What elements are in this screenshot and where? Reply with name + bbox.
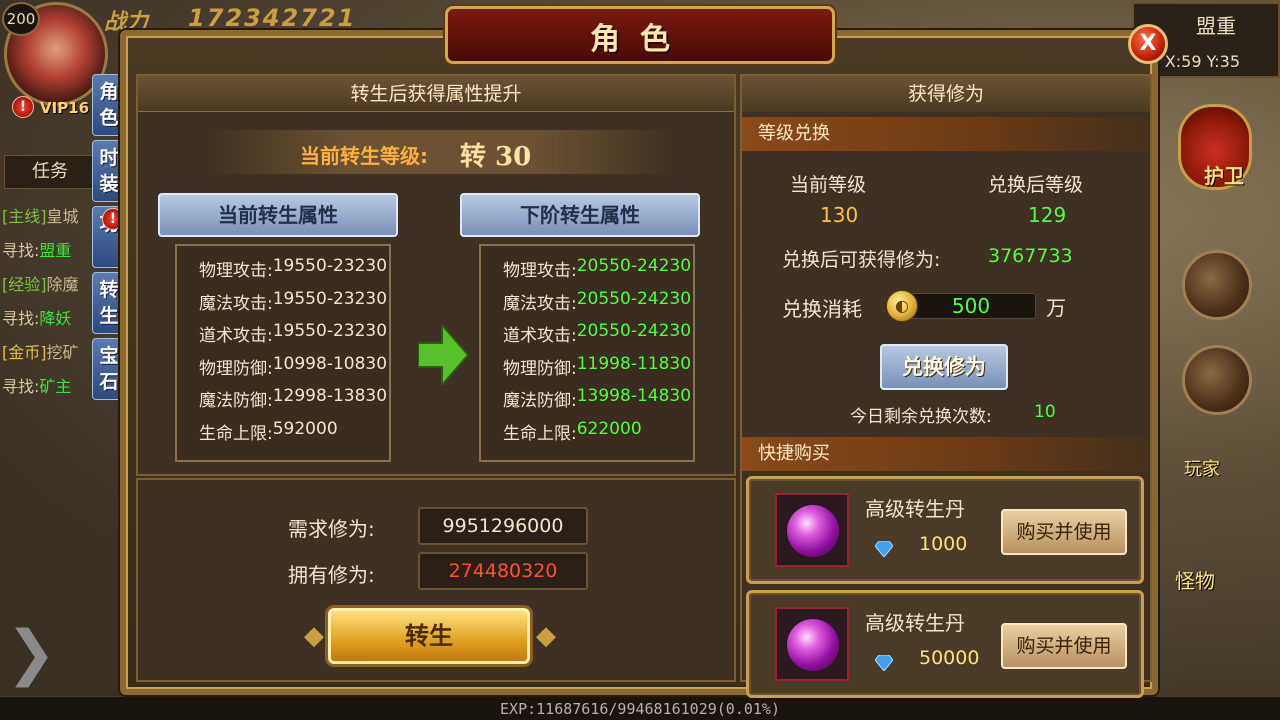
gain-cultivation-label: 兑换后可获得修为: <box>782 249 941 271</box>
cultivation-header: 获得修为 <box>742 76 1150 112</box>
owned-cultivation-value: 274480320 <box>418 552 588 590</box>
button-ornament-right-icon: ◆ <box>536 621 556 651</box>
current-stats-box: 物理攻击: 19550-23230 魔法攻击: 19550-23230 道术攻击: 1… <box>175 244 391 462</box>
rebirth-pill-icon <box>787 619 839 671</box>
item-price: 1000 <box>919 533 968 555</box>
item-icon-frame[interactable] <box>775 493 849 567</box>
current-attributes-title: 当前转生属性 <box>158 193 398 237</box>
vip-badge[interactable]: VIP16 <box>14 96 90 120</box>
task-tab[interactable]: 任务 <box>4 155 96 189</box>
next-stats-box: 物理攻击: 20550-24230 魔法攻击: 20550-24230 道术攻击: 2… <box>479 244 695 462</box>
guard-label: 护卫 <box>1204 164 1244 188</box>
stat-row: 物理防御: 10998-10830 <box>199 353 388 379</box>
player-level-badge: 200 <box>2 2 40 36</box>
exp-text: EXP:11687616/99468161029(0.01%) <box>500 700 780 718</box>
stat-row: 生命上限: 592000 <box>199 418 338 444</box>
combat-power-value: 172342721 <box>188 4 357 32</box>
expand-chevron-icon[interactable]: ❯ <box>6 618 56 688</box>
diamond-icon <box>875 655 893 671</box>
buy-and-use-button[interactable]: 购买并使用 <box>1001 623 1127 669</box>
required-cultivation-value: 9951296000 <box>418 507 588 545</box>
stat-row: 道术攻击: 19550-23230 <box>199 321 388 346</box>
current-rebirth-level-value: 转 30 <box>460 142 532 172</box>
exchange-cost-label: 兑换消耗 <box>782 297 862 321</box>
item-price: 50000 <box>919 647 980 669</box>
item-name: 高级转生丹 <box>865 497 965 521</box>
rebirth-header: 转生后获得属性提升 <box>138 76 734 112</box>
buy-and-use-button[interactable]: 购买并使用 <box>1001 509 1127 555</box>
stat-row: 物理攻击: 20550-24230 <box>503 256 692 281</box>
level-exchange-section-title: 等级兑换 <box>742 117 1148 151</box>
map-coordinates: X:59 Y:35 <box>1164 52 1240 71</box>
exchange-cost-value: 500 <box>951 294 991 318</box>
stat-row: 魔法攻击: 20550-24230 <box>503 288 692 314</box>
item-icon-frame[interactable] <box>775 607 849 681</box>
exchange-cost-unit: 万 <box>1046 296 1066 320</box>
shop-item: 高级转生丹 50000 购买并使用 <box>746 590 1144 698</box>
next-attributes-title: 下阶转生属性 <box>460 193 700 237</box>
stat-row: 道术攻击: 20550-24230 <box>503 321 692 346</box>
remaining-exchanges-label: 今日剩余兑换次数: <box>850 407 992 427</box>
stat-row: 物理攻击: 19550-23230 <box>199 256 388 281</box>
item-name: 高级转生丹 <box>865 611 965 635</box>
rebirth-button[interactable]: 转生 <box>328 608 530 664</box>
stat-row: 物理防御: 11998-11830 <box>503 353 692 379</box>
after-exchange-level-label: 兑换后等级 <box>988 174 1084 196</box>
stat-row: 魔法攻击: 19550-23230 <box>199 288 388 314</box>
stat-row: 生命上限: 622000 <box>503 418 642 444</box>
close-button[interactable]: X <box>1128 24 1168 64</box>
panel-title: 角色 <box>590 22 690 57</box>
exchange-cultivation-button[interactable]: 兑换修为 <box>880 344 1008 390</box>
stat-row: 魔法防御: 12998-13830 <box>199 386 388 411</box>
skill-slot-button[interactable] <box>1182 250 1252 320</box>
stat-row: 魔法防御: 13998-14830 <box>503 386 692 411</box>
required-cultivation-label: 需求修为: <box>288 517 375 541</box>
rebirth-pill-icon <box>787 505 839 557</box>
diamond-icon <box>875 541 893 557</box>
quick-buy-section-title: 快捷购买 <box>742 437 1148 471</box>
map-name: 盟重 <box>1196 14 1236 38</box>
monster-target-label[interactable]: 怪物 <box>1175 565 1215 594</box>
after-exchange-level-value: 129 <box>1028 203 1067 227</box>
current-level-value: 130 <box>820 203 859 227</box>
shop-item: 高级转生丹 1000 购买并使用 <box>746 476 1144 584</box>
current-level-label: 当前等级 <box>790 174 867 196</box>
current-level-strip <box>206 130 676 174</box>
current-rebirth-level-label: 当前转生等级: <box>300 144 428 168</box>
skill-slot-button[interactable] <box>1182 345 1252 415</box>
owned-cultivation-label: 拥有修为: <box>288 563 375 587</box>
player-target-label[interactable]: 玩家 <box>1184 455 1220 481</box>
gain-cultivation-value: 3767733 <box>988 245 1073 267</box>
gold-coin-icon: ◐ <box>886 290 918 322</box>
remaining-exchanges-value: 10 <box>1034 402 1056 422</box>
next-arrow-icon <box>418 325 468 385</box>
